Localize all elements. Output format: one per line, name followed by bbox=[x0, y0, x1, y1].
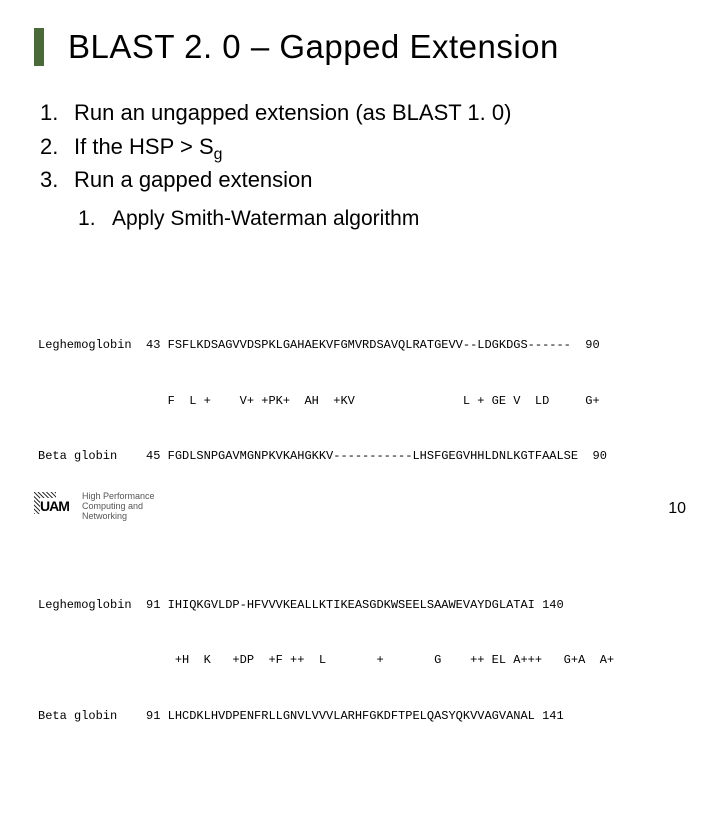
alignment-group-1: Leghemoglobin 43 FSFLKDSAGVVDSPKLGAHAEKV… bbox=[38, 299, 686, 504]
alignment-group-2: Leghemoglobin 91 IHIQKGVLDP-HFVVVKEALLKT… bbox=[38, 558, 686, 763]
alignment-line: F L + V+ +PK+ AH +KV L + GE V LD G+ bbox=[38, 392, 686, 411]
list-item-2-text: If the HSP > S bbox=[74, 134, 214, 159]
sub-list: Apply Smith-Waterman algorithm bbox=[78, 205, 686, 233]
logo-letters: UAM bbox=[40, 498, 69, 514]
slide: BLAST 2. 0 – Gapped Extension Run an ung… bbox=[0, 0, 720, 540]
alignment-line: Beta globin 91 LHCDKLHVDPENFRLLGNVLVVVLA… bbox=[38, 707, 686, 726]
page-number: 10 bbox=[668, 500, 686, 518]
slide-title: BLAST 2. 0 – Gapped Extension bbox=[68, 28, 686, 66]
list-item-2: If the HSP > Sg bbox=[40, 132, 686, 162]
alignment-line: +H K +DP +F ++ L + G ++ EL A+++ G+A A+ bbox=[38, 651, 686, 670]
footer-logo: UAM High Performance Computing and Netwo… bbox=[34, 492, 155, 522]
subscript-g: g bbox=[214, 146, 223, 163]
alignment-line: Leghemoglobin 91 IHIQKGVLDP-HFVVVKEALLKT… bbox=[38, 596, 686, 615]
list-item-1: Run an ungapped extension (as BLAST 1. 0… bbox=[40, 98, 686, 128]
logo-text: High Performance Computing and Networkin… bbox=[82, 492, 155, 522]
alignment-line: Beta globin 45 FGDLSNPGAVMGNPKVKAHGKKV--… bbox=[38, 447, 686, 466]
logo-icon: UAM bbox=[34, 492, 74, 522]
list-item-3: Run a gapped extension bbox=[40, 165, 686, 195]
title-area: BLAST 2. 0 – Gapped Extension bbox=[34, 28, 686, 66]
alignment-line: Leghemoglobin 43 FSFLKDSAGVVDSPKLGAHAEKV… bbox=[38, 336, 686, 355]
logo-line-3: Networking bbox=[82, 512, 155, 522]
main-list: Run an ungapped extension (as BLAST 1. 0… bbox=[40, 98, 686, 195]
sub-list-item-1: Apply Smith-Waterman algorithm bbox=[78, 205, 686, 233]
